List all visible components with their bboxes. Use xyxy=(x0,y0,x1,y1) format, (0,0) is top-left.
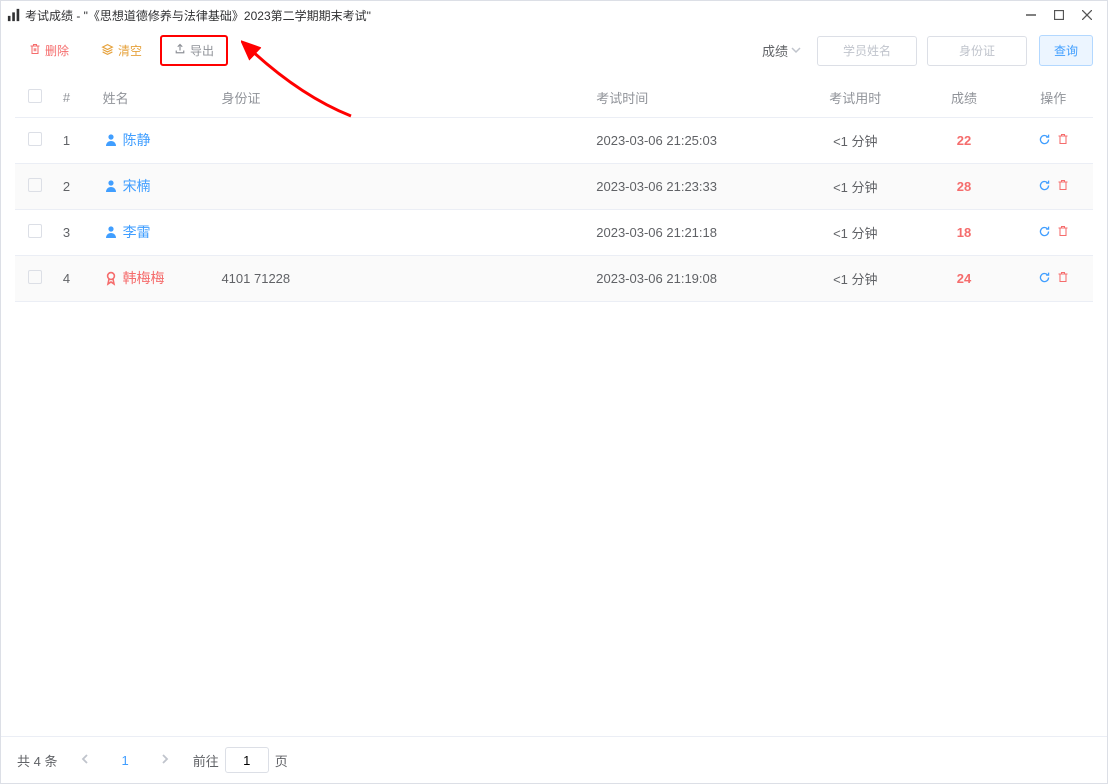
col-score: 成绩 xyxy=(915,78,1014,118)
export-icon xyxy=(174,43,186,58)
chart-icon xyxy=(7,8,21,22)
person-icon xyxy=(103,178,119,194)
row-checkbox[interactable] xyxy=(28,178,42,192)
minimize-button[interactable] xyxy=(1017,5,1045,25)
row-refresh-button[interactable] xyxy=(1038,225,1051,241)
results-table-wrap: # 姓名 身份证 考试时间 考试用时 成绩 操作 1 陈静 2023-03-06 2… xyxy=(1,78,1107,736)
next-page-button[interactable] xyxy=(155,753,175,767)
student-name: 宋楠 xyxy=(123,176,151,196)
delete-label: 删除 xyxy=(45,42,69,59)
row-index: 3 xyxy=(55,210,95,256)
clear-label: 清空 xyxy=(118,42,142,59)
student-name: 李雷 xyxy=(123,222,151,242)
student-link[interactable]: 陈静 xyxy=(103,130,151,150)
prev-page-button[interactable] xyxy=(75,753,95,767)
select-all-checkbox[interactable] xyxy=(28,89,42,103)
id-cell xyxy=(213,118,588,164)
goto-prefix: 前往 xyxy=(193,751,219,770)
row-checkbox[interactable] xyxy=(28,270,42,284)
goto-page: 前往 页 xyxy=(193,747,288,773)
col-ops: 操作 xyxy=(1013,78,1093,118)
id-cell xyxy=(213,210,588,256)
student-name-input[interactable] xyxy=(817,36,917,66)
score-cell: 22 xyxy=(957,133,971,148)
row-checkbox[interactable] xyxy=(28,224,42,238)
window-title: 考试成绩 - "《思想道德修养与法律基础》2023第二学期期末考试" xyxy=(25,7,371,24)
row-index: 1 xyxy=(55,118,95,164)
row-index: 4 xyxy=(55,256,95,302)
time-cell: 2023-03-06 21:23:33 xyxy=(588,164,796,210)
duration-cell: <1 分钟 xyxy=(796,118,915,164)
delete-button[interactable]: 删除 xyxy=(15,35,83,66)
table-row: 4 韩梅梅 4101 712282023-03-06 21:19:08<1 分钟 24 xyxy=(15,256,1093,302)
layers-icon xyxy=(101,43,114,59)
trash-icon xyxy=(29,43,41,58)
col-time: 考试时间 xyxy=(588,78,796,118)
chevron-down-icon xyxy=(791,43,801,58)
duration-cell: <1 分钟 xyxy=(796,210,915,256)
score-cell: 24 xyxy=(957,271,971,286)
score-dropdown-label: 成绩 xyxy=(762,41,788,60)
page-number[interactable]: 1 xyxy=(113,753,136,768)
student-link[interactable]: 李雷 xyxy=(103,222,151,242)
titlebar: 考试成绩 - "《思想道德修养与法律基础》2023第二学期期末考试" xyxy=(1,1,1107,29)
id-cell xyxy=(213,164,588,210)
clear-button[interactable]: 清空 xyxy=(87,35,156,66)
table-header-row: # 姓名 身份证 考试时间 考试用时 成绩 操作 xyxy=(15,78,1093,118)
score-cell: 28 xyxy=(957,179,971,194)
col-id: 身份证 xyxy=(213,78,588,118)
export-label: 导出 xyxy=(190,42,214,59)
goto-input[interactable] xyxy=(225,747,269,773)
close-button[interactable] xyxy=(1073,5,1101,25)
col-duration: 考试用时 xyxy=(796,78,915,118)
export-button[interactable]: 导出 xyxy=(160,35,228,66)
row-refresh-button[interactable] xyxy=(1038,179,1051,195)
person-icon xyxy=(103,224,119,240)
table-row: 3 李雷 2023-03-06 21:21:18<1 分钟 18 xyxy=(15,210,1093,256)
results-table: # 姓名 身份证 考试时间 考试用时 成绩 操作 1 陈静 2023-03-06 2… xyxy=(15,78,1093,302)
col-index: # xyxy=(55,78,95,118)
goto-suffix: 页 xyxy=(275,751,288,770)
duration-cell: <1 分钟 xyxy=(796,164,915,210)
student-link[interactable]: 韩梅梅 xyxy=(103,268,165,288)
row-checkbox[interactable] xyxy=(28,132,42,146)
maximize-button[interactable] xyxy=(1045,5,1073,25)
id-card-input[interactable] xyxy=(927,36,1027,66)
row-delete-button[interactable] xyxy=(1057,133,1069,149)
student-name: 陈静 xyxy=(123,130,151,150)
student-name: 韩梅梅 xyxy=(123,268,165,288)
table-row: 2 宋楠 2023-03-06 21:23:33<1 分钟 28 xyxy=(15,164,1093,210)
person-icon xyxy=(103,132,119,148)
time-cell: 2023-03-06 21:21:18 xyxy=(588,210,796,256)
row-delete-button[interactable] xyxy=(1057,225,1069,241)
table-row: 1 陈静 2023-03-06 21:25:03<1 分钟 22 xyxy=(15,118,1093,164)
score-cell: 18 xyxy=(957,225,971,240)
student-link[interactable]: 宋楠 xyxy=(103,176,151,196)
col-name: 姓名 xyxy=(95,78,214,118)
pagination: 共 4 条 1 前往 页 xyxy=(1,736,1107,783)
row-delete-button[interactable] xyxy=(1057,179,1069,195)
row-refresh-button[interactable] xyxy=(1038,271,1051,287)
id-cell: 4101 71228 xyxy=(213,256,588,302)
award-icon xyxy=(103,270,119,286)
query-button[interactable]: 查询 xyxy=(1039,35,1093,66)
time-cell: 2023-03-06 21:19:08 xyxy=(588,256,796,302)
row-delete-button[interactable] xyxy=(1057,271,1069,287)
score-dropdown[interactable]: 成绩 xyxy=(762,41,801,60)
time-cell: 2023-03-06 21:25:03 xyxy=(588,118,796,164)
row-refresh-button[interactable] xyxy=(1038,133,1051,149)
total-count: 共 4 条 xyxy=(17,751,57,770)
duration-cell: <1 分钟 xyxy=(796,256,915,302)
toolbar: 删除 清空 导出 成绩 查询 xyxy=(1,29,1107,78)
row-index: 2 xyxy=(55,164,95,210)
